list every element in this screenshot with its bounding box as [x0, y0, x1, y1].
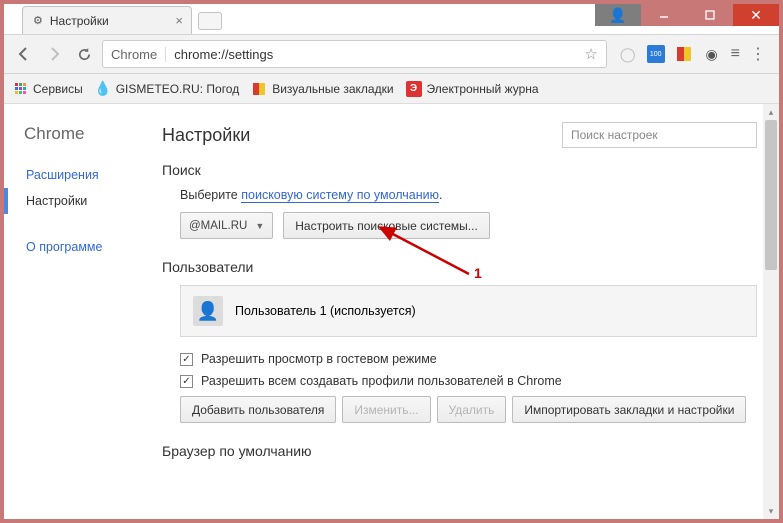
current-user-box[interactable]: 👤 Пользователь 1 (используется) — [180, 285, 757, 337]
back-button[interactable] — [12, 42, 36, 66]
default-browser-section: Браузер по умолчанию — [162, 443, 757, 459]
dropdown-value: @MAIL.RU — [189, 220, 247, 232]
checkbox-checked-icon: ✓ — [180, 375, 193, 388]
extension-icons: ◯ 100 ◉ ≡ ⋮ — [613, 44, 771, 64]
search-settings-input[interactable]: Поиск настроек — [562, 122, 757, 148]
default-search-link[interactable]: поисковую систему по умолчанию — [241, 188, 439, 203]
settings-sidebar: Chrome Расширения Настройки О программе — [4, 104, 154, 519]
annotation-arrow — [374, 224, 484, 284]
journal-icon: Э — [406, 81, 422, 97]
flag-icon — [251, 81, 267, 97]
allow-profiles-checkbox-row[interactable]: ✓ Разрешить всем создавать профили польз… — [180, 374, 757, 388]
chrome-window: ⚙ Настройки × 👤 ✕ Chrome chrome://settin… — [4, 4, 779, 519]
omnibox[interactable]: Chrome chrome://settings ☆ — [102, 40, 607, 68]
search-engine-dropdown[interactable]: @MAIL.RU ▼ — [180, 212, 273, 239]
checkbox-label: Разрешить просмотр в гостевом режиме — [201, 352, 437, 366]
caret-down-icon: ▼ — [255, 221, 264, 231]
extension-icon-blue[interactable]: 100 — [647, 45, 665, 63]
maximize-button[interactable] — [687, 4, 733, 26]
checkbox-label: Разрешить всем создавать профили пользов… — [201, 374, 562, 388]
droplet-icon: 💧 — [95, 81, 111, 97]
search-subtitle: Выберите поисковую систему по умолчанию. — [180, 188, 757, 202]
apps-grid-icon — [15, 83, 26, 94]
import-bookmarks-button[interactable]: Импортировать закладки и настройки — [512, 396, 746, 423]
current-user-label: Пользователь 1 (используется) — [235, 304, 416, 318]
omnibox-url: chrome://settings — [174, 47, 584, 62]
account-button[interactable]: 👤 — [595, 4, 641, 26]
new-tab-button[interactable] — [198, 12, 222, 30]
apps-label: Сервисы — [33, 82, 83, 96]
search-section-heading: Поиск — [162, 162, 757, 178]
tab-title: Настройки — [50, 14, 109, 28]
guest-mode-checkbox-row[interactable]: ✓ Разрешить просмотр в гостевом режиме — [180, 352, 757, 366]
search-placeholder: Поиск настроек — [571, 128, 658, 142]
toolbar: Chrome chrome://settings ☆ ◯ 100 ◉ ≡ ⋮ — [4, 34, 779, 74]
sidebar-item-settings[interactable]: Настройки — [4, 188, 154, 214]
content-area: Chrome Расширения Настройки О программе … — [4, 104, 779, 519]
overflow-menu-icon[interactable]: ⋮ — [750, 44, 765, 64]
scroll-up-icon[interactable]: ▴ — [763, 104, 779, 120]
close-window-button[interactable]: ✕ — [733, 4, 779, 26]
gear-icon: ⚙ — [33, 14, 43, 27]
bookmark-label: GISMETEO.RU: Погод — [116, 82, 240, 96]
settings-main: Настройки Поиск настроек Поиск Выберите … — [154, 104, 779, 519]
edit-user-button[interactable]: Изменить... — [342, 396, 430, 423]
checkbox-checked-icon: ✓ — [180, 353, 193, 366]
bookmark-visual[interactable]: Визуальные закладки — [251, 81, 393, 97]
sidebar-title: Chrome — [24, 124, 154, 144]
delete-user-button[interactable]: Удалить — [437, 396, 507, 423]
sidebar-item-about[interactable]: О программе — [24, 234, 154, 260]
bookmark-journal[interactable]: Э Электронный журна — [406, 81, 539, 97]
bookmark-label: Электронный журна — [427, 82, 539, 96]
reload-button[interactable] — [72, 42, 96, 66]
window-controls: 👤 ✕ — [595, 4, 779, 26]
scroll-down-icon[interactable]: ▾ — [763, 503, 779, 519]
apps-shortcut[interactable]: Сервисы — [12, 81, 83, 97]
sidebar-item-extensions[interactable]: Расширения — [24, 162, 154, 188]
minimize-button[interactable] — [641, 4, 687, 26]
bookmark-label: Визуальные закладки — [272, 82, 393, 96]
hamburger-menu-icon[interactable]: ≡ — [731, 45, 740, 63]
page-title: Настройки — [162, 125, 250, 146]
annotation-label: 1 — [474, 265, 482, 281]
scrollbar[interactable]: ▴ ▾ — [763, 104, 779, 519]
add-user-button[interactable]: Добавить пользователя — [180, 396, 336, 423]
extension-icon-flag[interactable] — [675, 45, 693, 63]
browser-tab-settings[interactable]: ⚙ Настройки × — [22, 6, 192, 34]
omnibox-origin: Chrome — [111, 47, 166, 62]
default-browser-heading: Браузер по умолчанию — [162, 443, 757, 459]
shield-icon[interactable]: ◯ — [619, 45, 637, 63]
tab-close-icon[interactable]: × — [175, 13, 183, 28]
avatar-icon: 👤 — [193, 296, 223, 326]
scroll-thumb[interactable] — [765, 120, 777, 270]
bookmark-star-icon[interactable]: ☆ — [584, 45, 597, 63]
bookmarks-bar: Сервисы 💧 GISMETEO.RU: Погод Визуальные … — [4, 74, 779, 104]
titlebar: ⚙ Настройки × 👤 ✕ — [4, 4, 779, 34]
extension-icon-shield[interactable]: ◉ — [703, 45, 721, 63]
forward-button[interactable] — [42, 42, 66, 66]
bookmark-gismeteo[interactable]: 💧 GISMETEO.RU: Погод — [95, 81, 240, 97]
